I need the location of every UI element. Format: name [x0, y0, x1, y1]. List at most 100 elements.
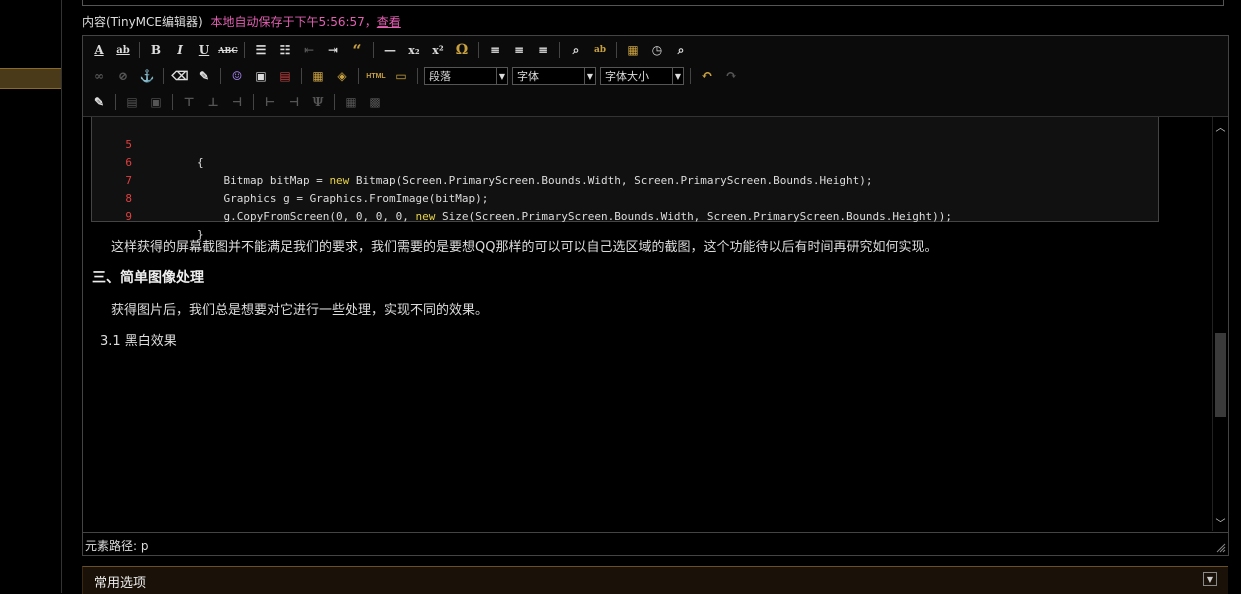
insert-col-before-icon[interactable]: ⊢	[260, 92, 280, 112]
insert-emoticon-icon[interactable]: ☺	[227, 66, 247, 86]
outdent-icon[interactable]: ⇤	[299, 40, 319, 60]
link-icon[interactable]: ∞	[89, 66, 109, 86]
insert-row-after-icon[interactable]: ⊥	[203, 92, 223, 112]
toolbar-separator	[172, 94, 173, 110]
insert-time-icon[interactable]: ◷	[647, 40, 667, 60]
align-left-icon[interactable]: ≡	[485, 40, 505, 60]
insert-image-icon[interactable]: ▣	[251, 66, 271, 86]
tinymce-editor: A ab B I U ABC ☰ ☷ ⇤ ⇥ “ — x₂ x² Ω ≡ ≡ ≡…	[82, 35, 1229, 556]
superscript-icon[interactable]: x²	[428, 40, 448, 60]
paragraph: 这样获得的屏幕截图并不能满足我们的要求，我们需要的是要想QQ那样的可以可以自己选…	[111, 240, 938, 255]
element-path: 元素路径: p	[85, 539, 149, 553]
delete-col-icon[interactable]: Ψ	[308, 92, 328, 112]
merge-cells-icon[interactable]: ▩	[365, 92, 385, 112]
content-label: 内容(TinyMCE编辑器)	[82, 15, 203, 29]
table-props-icon[interactable]: ▤	[122, 92, 142, 112]
editor-label: 内容(TinyMCE编辑器) 本地自动保存于下午5:56:57，查看	[82, 13, 401, 30]
delete-row-icon[interactable]: ⊣	[227, 92, 247, 112]
blockquote-icon[interactable]: “	[347, 40, 367, 60]
find-icon[interactable]: ⌕	[566, 40, 586, 60]
toolbar-separator	[358, 68, 359, 84]
insert-media-icon[interactable]: ▤	[275, 66, 295, 86]
toolbar-separator	[690, 68, 691, 84]
cell-props-icon[interactable]: ▣	[146, 92, 166, 112]
code-line: 7 Graphics g = Graphics.FromImage(bitMap…	[92, 154, 488, 205]
section-heading: 三、简单图像处理	[92, 270, 204, 286]
editor-status-bar: 元素路径: p	[83, 532, 1228, 555]
toolbar-separator	[616, 42, 617, 58]
highlight-color-icon[interactable]: ab	[113, 40, 133, 60]
toolbar-separator	[115, 94, 116, 110]
insert-date-icon[interactable]: ▦	[623, 40, 643, 60]
vertical-scrollbar[interactable]: ︿ ﹀	[1212, 117, 1228, 531]
underline-icon[interactable]: U	[194, 40, 214, 60]
paragraph-format-select[interactable]: 段落 ▼	[424, 67, 508, 85]
font-size-select[interactable]: 字体大小 ▼	[600, 67, 684, 85]
font-family-select[interactable]: 字体 ▼	[512, 67, 596, 85]
numbered-list-icon[interactable]: ☷	[275, 40, 295, 60]
toolbar-separator	[334, 94, 335, 110]
align-center-icon[interactable]: ≡	[509, 40, 529, 60]
font-color-icon[interactable]: A	[89, 40, 109, 60]
left-nav-tab[interactable]	[0, 68, 61, 89]
subscript-icon[interactable]: x₂	[404, 40, 424, 60]
resize-handle-icon[interactable]	[1216, 543, 1226, 553]
common-options-panel[interactable]: 常用选项 ▼	[82, 566, 1228, 594]
paragraph: 获得图片后，我们总是想要对它进行一些处理，实现不同的效果。	[111, 303, 489, 318]
autosave-status: 本地自动保存于下午5:56:57，	[210, 15, 377, 29]
bold-icon[interactable]: B	[146, 40, 166, 60]
insert-col-after-icon[interactable]: ⊣	[284, 92, 304, 112]
left-sidebar	[0, 0, 62, 593]
expand-toggle-icon[interactable]: ▼	[1203, 572, 1217, 586]
code-suffix: Size(Screen.PrimaryScreen.Bounds.Width, …	[435, 210, 952, 223]
unlink-icon[interactable]: ⊘	[113, 66, 133, 86]
editor-toolbar: A ab B I U ABC ☰ ☷ ⇤ ⇥ “ — x₂ x² Ω ≡ ≡ ≡…	[83, 36, 1228, 117]
redo-icon[interactable]: ↷	[721, 66, 741, 86]
italic-icon[interactable]: I	[170, 40, 190, 60]
indent-icon[interactable]: ⇥	[323, 40, 343, 60]
toolbar-row-1: A ab B I U ABC ☰ ☷ ⇤ ⇥ “ — x₂ x² Ω ≡ ≡ ≡…	[89, 39, 691, 61]
scroll-down-icon[interactable]: ﹀	[1213, 515, 1228, 530]
toolbar-separator	[253, 94, 254, 110]
view-autosave-link[interactable]: 查看	[377, 15, 401, 29]
toolbar-separator	[220, 68, 221, 84]
toolbar-row-2: ∞ ⊘ ⚓ ⌫ ✎ ☺ ▣ ▤ ▦ ◈ HTML ▭ 段落 ▼ 字体 ▼ 字体大…	[89, 65, 741, 87]
toolbar-separator	[559, 42, 560, 58]
code-line: 6 Bitmap bitMap = new Bitmap(Screen.Prim…	[92, 136, 872, 187]
line-number: 9	[125, 210, 132, 223]
html-source-button[interactable]: HTML	[365, 66, 387, 86]
code-line: 5 {	[92, 118, 203, 169]
subheading: 3.1 黑白效果	[100, 334, 177, 349]
code-prefix: Bitmap bitMap =	[144, 174, 330, 187]
font-family-value: 字体	[517, 70, 539, 83]
common-options-label: 常用选项	[94, 576, 147, 591]
bullet-list-icon[interactable]: ☰	[251, 40, 271, 60]
horizontal-rule-icon[interactable]: —	[380, 40, 400, 60]
editor-content-area[interactable]: 5 { 6 Bitmap bitMap = new Bitmap(Screen.…	[83, 117, 1212, 531]
clean-format-icon[interactable]: ✎	[194, 66, 214, 86]
special-char-icon[interactable]: Ω	[452, 40, 472, 60]
paragraph-format-value: 段落	[429, 70, 451, 83]
toolbar-separator	[139, 42, 140, 58]
insert-code-icon[interactable]: ◈	[332, 66, 352, 86]
toolbar-separator	[478, 42, 479, 58]
code-text: Graphics g = Graphics.FromImage(bitMap);	[144, 192, 489, 205]
align-right-icon[interactable]: ≡	[533, 40, 553, 60]
replace-icon[interactable]: ab	[590, 40, 610, 60]
insert-row-before-icon[interactable]: ⊤	[179, 92, 199, 112]
title-input[interactable]	[82, 0, 1224, 6]
edit-icon[interactable]: ✎	[89, 92, 109, 112]
toolbar-separator	[417, 68, 418, 84]
preview-icon[interactable]: ⌕	[671, 40, 691, 60]
fullscreen-icon[interactable]: ▭	[391, 66, 411, 86]
split-cells-icon[interactable]: ▦	[341, 92, 361, 112]
scroll-up-icon[interactable]: ︿	[1213, 119, 1228, 134]
undo-icon[interactable]: ↶	[697, 66, 717, 86]
code-line: 8 g.CopyFromScreen(0, 0, 0, 0, new Size(…	[92, 172, 952, 223]
eraser-icon[interactable]: ⌫	[170, 66, 190, 86]
scrollbar-thumb[interactable]	[1215, 333, 1226, 417]
insert-file-icon[interactable]: ▦	[308, 66, 328, 86]
strikethrough-icon[interactable]: ABC	[218, 40, 238, 60]
anchor-icon[interactable]: ⚓	[137, 66, 157, 86]
code-keyword: new	[415, 210, 436, 223]
